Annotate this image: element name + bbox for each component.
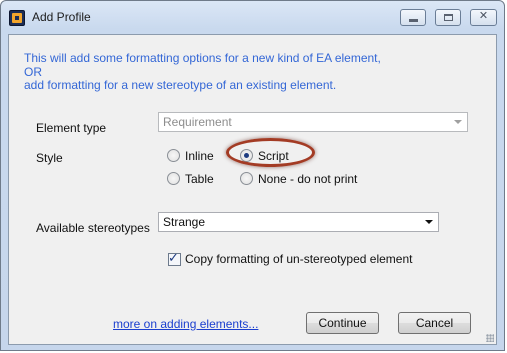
window-title: Add Profile <box>32 10 91 24</box>
intro-line-3: add formatting for a new stereotype of a… <box>24 78 337 92</box>
highlight-ring <box>226 138 315 167</box>
chevron-down-icon[interactable] <box>425 220 433 224</box>
close-icon: ✕ <box>478 9 489 22</box>
radio-table[interactable] <box>167 172 180 185</box>
close-button[interactable]: ✕ <box>470 9 497 26</box>
title-bar[interactable]: Add Profile ✕ <box>1 1 504 34</box>
minimize-button[interactable] <box>400 9 426 26</box>
add-profile-dialog: Add Profile ✕ This will add some formatt… <box>0 0 505 351</box>
maximize-icon <box>444 14 453 21</box>
intro-line-1: This will add some formatting options fo… <box>24 51 381 65</box>
minimize-icon <box>409 19 418 22</box>
copy-formatting-checkbox[interactable]: ✓ <box>168 251 181 266</box>
radio-table-label[interactable]: Table <box>185 172 214 186</box>
radio-inline-label[interactable]: Inline <box>185 149 214 163</box>
style-label: Style <box>36 151 63 165</box>
dialog-body: This will add some formatting options fo… <box>8 34 497 345</box>
element-type-select: Requirement <box>158 112 468 132</box>
copy-formatting-label[interactable]: Copy formatting of un-stereotyped elemen… <box>185 252 412 266</box>
radio-none-label[interactable]: None - do not print <box>258 172 357 186</box>
chevron-down-icon <box>454 120 462 124</box>
stereotypes-label: Available stereotypes <box>36 221 150 235</box>
element-type-value: Requirement <box>163 115 232 129</box>
continue-button[interactable]: Continue <box>306 312 379 334</box>
stereotypes-value: Strange <box>163 215 206 229</box>
maximize-button[interactable] <box>435 9 461 26</box>
more-info-link[interactable]: more on adding elements... <box>113 317 258 331</box>
checkmark-icon: ✓ <box>168 251 179 266</box>
intro-text: This will add some formatting options fo… <box>24 51 381 93</box>
intro-line-2: OR <box>24 64 42 79</box>
element-type-label: Element type <box>36 121 107 135</box>
resize-grip-icon[interactable] <box>486 334 494 342</box>
radio-none[interactable] <box>240 172 253 185</box>
cancel-button[interactable]: Cancel <box>398 312 471 334</box>
stereotypes-select[interactable]: Strange <box>158 212 439 232</box>
radio-inline[interactable] <box>167 149 180 162</box>
app-icon <box>9 10 25 26</box>
